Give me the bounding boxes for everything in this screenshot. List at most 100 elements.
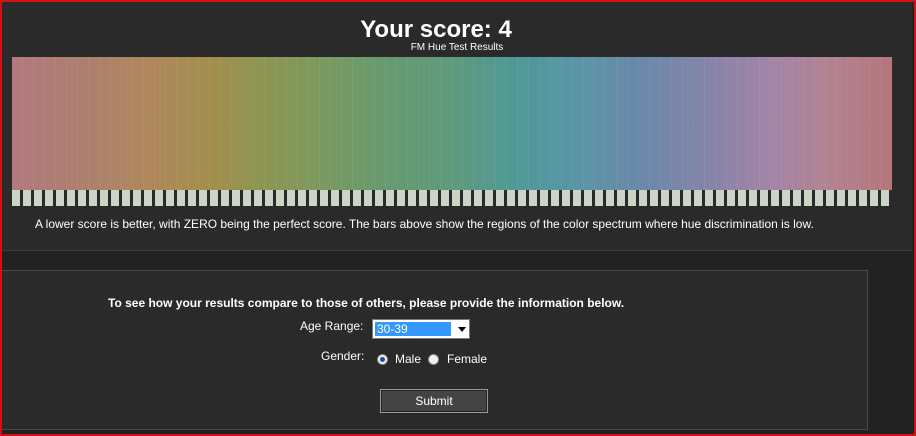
spectrum-column	[320, 57, 331, 190]
spectrum-column	[639, 57, 650, 190]
spectrum-tick	[23, 190, 31, 206]
spectrum-column	[826, 57, 837, 190]
spectrum-tick	[650, 190, 658, 206]
age-range-select[interactable]: 30-39	[372, 319, 470, 339]
male-label[interactable]: Male	[395, 352, 421, 366]
spectrum-column	[650, 57, 661, 190]
spectrum-column	[287, 57, 298, 190]
spectrum-tick	[276, 190, 284, 206]
spectrum-column	[617, 57, 628, 190]
spectrum-tick	[738, 190, 746, 206]
spectrum-tick	[793, 190, 801, 206]
spectrum-tick	[375, 190, 383, 206]
spectrum-column	[694, 57, 705, 190]
spectrum-column	[419, 57, 430, 190]
spectrum-tick	[45, 190, 53, 206]
spectrum-tick	[320, 190, 328, 206]
spectrum-column	[716, 57, 727, 190]
spectrum-column	[375, 57, 386, 190]
spectrum-column	[342, 57, 353, 190]
spectrum-column	[782, 57, 793, 190]
spectrum-tick	[485, 190, 493, 206]
spectrum-column	[254, 57, 265, 190]
age-range-value: 30-39	[375, 322, 451, 336]
spectrum-column	[56, 57, 67, 190]
chevron-down-icon[interactable]	[458, 327, 466, 332]
spectrum-tick	[617, 190, 625, 206]
score-title: Your score: 4	[360, 16, 512, 43]
female-label[interactable]: Female	[447, 352, 487, 366]
spectrum-tick	[474, 190, 482, 206]
spectrum-column	[122, 57, 133, 190]
spectrum-tick	[342, 190, 350, 206]
spectrum-tick	[221, 190, 229, 206]
spectrum-tick	[441, 190, 449, 206]
spectrum-tick	[34, 190, 42, 206]
spectrum-tick	[716, 190, 724, 206]
age-range-label: Age Range:	[300, 319, 364, 333]
spectrum-column	[749, 57, 760, 190]
spectrum-tick	[56, 190, 64, 206]
spectrum-column	[100, 57, 111, 190]
results-panel: Your score: 4 FM Hue Test Results A lowe…	[2, 2, 912, 251]
spectrum-bars	[12, 57, 892, 190]
spectrum-tick	[408, 190, 416, 206]
spectrum-column	[606, 57, 617, 190]
spectrum-tick	[210, 190, 218, 206]
spectrum-tick	[694, 190, 702, 206]
spectrum-column	[331, 57, 342, 190]
spectrum-column	[793, 57, 804, 190]
hue-spectrum	[12, 57, 892, 190]
spectrum-tick	[12, 190, 20, 206]
spectrum-tick	[177, 190, 185, 206]
compare-prompt: To see how your results compare to those…	[108, 296, 625, 310]
spectrum-column	[23, 57, 34, 190]
spectrum-tick	[540, 190, 548, 206]
spectrum-tick	[551, 190, 559, 206]
spectrum-column	[661, 57, 672, 190]
spectrum-tick	[771, 190, 779, 206]
spectrum-column	[232, 57, 243, 190]
spectrum-tick	[397, 190, 405, 206]
spectrum-tick	[870, 190, 878, 206]
spectrum-column	[408, 57, 419, 190]
spectrum-tick	[837, 190, 845, 206]
spectrum-column	[364, 57, 375, 190]
male-radio[interactable]	[377, 354, 388, 365]
submit-button[interactable]: Submit	[380, 389, 488, 413]
spectrum-column	[353, 57, 364, 190]
spectrum-tick	[298, 190, 306, 206]
spectrum-tick	[628, 190, 636, 206]
spectrum-column	[155, 57, 166, 190]
spectrum-column	[397, 57, 408, 190]
spectrum-column	[573, 57, 584, 190]
female-radio[interactable]	[428, 354, 439, 365]
spectrum-tick	[89, 190, 97, 206]
spectrum-column	[441, 57, 452, 190]
spectrum-column	[265, 57, 276, 190]
spectrum-column	[89, 57, 100, 190]
spectrum-tick	[78, 190, 86, 206]
spectrum-column	[144, 57, 155, 190]
spectrum-column	[507, 57, 518, 190]
spectrum-column	[452, 57, 463, 190]
spectrum-column	[804, 57, 815, 190]
spectrum-tick	[243, 190, 251, 206]
spectrum-column	[584, 57, 595, 190]
spectrum-tick	[386, 190, 394, 206]
spectrum-column	[133, 57, 144, 190]
spectrum-tick	[199, 190, 207, 206]
spectrum-column	[199, 57, 210, 190]
spectrum-column	[12, 57, 23, 190]
spectrum-tick	[683, 190, 691, 206]
spectrum-tick	[584, 190, 592, 206]
spectrum-column	[34, 57, 45, 190]
spectrum-tick	[661, 190, 669, 206]
spectrum-tick	[166, 190, 174, 206]
spectrum-tick	[562, 190, 570, 206]
spectrum-column	[683, 57, 694, 190]
spectrum-tick	[529, 190, 537, 206]
spectrum-tick	[254, 190, 262, 206]
spectrum-tick	[111, 190, 119, 206]
spectrum-column	[45, 57, 56, 190]
